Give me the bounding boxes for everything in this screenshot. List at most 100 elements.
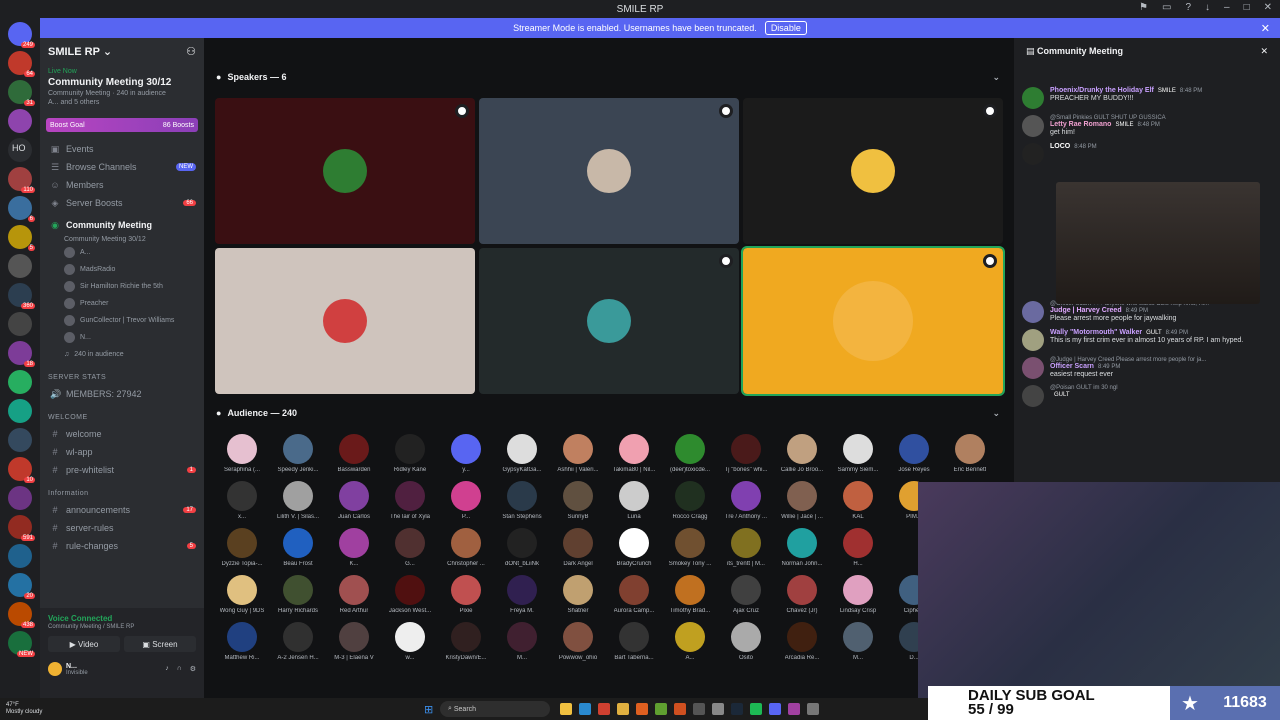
audience-header[interactable]: ● Audience — 240 ⌄ (206, 404, 1010, 422)
audience-member[interactable]: Luna (606, 481, 662, 520)
audience-member[interactable]: A-2 Jensen H... (270, 622, 326, 661)
screen-icon[interactable]: ▭ (1162, 2, 1171, 13)
audience-member[interactable]: P... (438, 481, 494, 520)
channel-item[interactable]: # server-rules (40, 519, 204, 537)
audience-member[interactable]: Juan Carlos (326, 481, 382, 520)
audience-member[interactable]: Ajax Cruz (718, 575, 774, 614)
server-icon[interactable]: HO (8, 138, 32, 162)
audience-member[interactable]: KAL (830, 481, 886, 520)
server-icon[interactable] (8, 109, 32, 133)
audience-member[interactable]: Tre / Anthony ... (718, 481, 774, 520)
voice-member[interactable]: Sir Hamilton Richie the 5th (40, 278, 204, 295)
audience-member[interactable]: K... (326, 528, 382, 567)
audience-member[interactable]: Callie Jo Broo... (774, 434, 830, 473)
server-icon[interactable]: 110 (8, 167, 35, 193)
category-header[interactable]: SERVER STATS (40, 369, 204, 385)
category-header[interactable]: Information (40, 485, 204, 501)
server-icon[interactable]: 438 (8, 602, 35, 628)
audience-member[interactable]: Ridley Kane (382, 434, 438, 473)
channel-item[interactable]: 🔊 MEMBERS: 27942 (40, 385, 204, 403)
audience-member[interactable]: Willie | Jace | ... (774, 481, 830, 520)
windows-start-icon[interactable]: ⊞ (424, 703, 433, 716)
audience-member[interactable]: Chavez (Jr) (774, 575, 830, 614)
mic-icon[interactable]: ♪ (165, 665, 169, 673)
audience-member[interactable]: Harry Richards (270, 575, 326, 614)
weather-widget[interactable]: 47°F Mostly cloudy (0, 702, 42, 716)
audience-member[interactable]: Speedy Jenki... (270, 434, 326, 473)
channel-item[interactable]: ☺ Members (40, 176, 204, 194)
file-explorer-icon[interactable] (560, 703, 572, 715)
audience-member[interactable]: its_trentt | M... (718, 528, 774, 567)
speaker-tile[interactable] (215, 248, 475, 394)
audience-member[interactable]: G... (382, 528, 438, 567)
audience-member[interactable]: Red Arthur (326, 575, 382, 614)
audience-member[interactable]: M... (494, 622, 550, 661)
server-icon[interactable]: 20 (8, 573, 35, 599)
edge-icon[interactable] (579, 703, 591, 715)
audience-member[interactable]: Matthew Ri... (214, 622, 270, 661)
audience-member[interactable]: dONt_bLiiNk (494, 528, 550, 567)
voice-member[interactable]: GunCollector | Trevor Williams (40, 312, 204, 329)
chat-message[interactable]: @Poisan GULT im 30 ngl GULT (1014, 382, 1280, 410)
chat-message[interactable]: @Judge | Harvey Creed Please arrest more… (1014, 354, 1280, 382)
server-icon[interactable]: 5 (8, 225, 35, 251)
server-icon[interactable]: 31 (8, 80, 35, 106)
close-button[interactable]: ✕ (1264, 2, 1272, 13)
audience-member[interactable]: Norman John... (774, 528, 830, 567)
audience-member[interactable]: Wong Guy | 9DS (214, 575, 270, 614)
chat-message[interactable]: @Small Pinkies GULT SHUT UP GUSSICA Letty… (1014, 112, 1280, 140)
gear-icon[interactable]: ⚙ (190, 665, 196, 673)
inbox-icon[interactable]: ⚑ (1139, 2, 1148, 13)
server-header[interactable]: SMILE RP ⌄ ⚇ (40, 38, 204, 64)
spotify-icon[interactable] (750, 703, 762, 715)
audience-member[interactable]: Lindsay Crisp (830, 575, 886, 614)
server-icon[interactable]: 64 (8, 51, 35, 77)
audience-member[interactable]: Lilith V. | Silas... (270, 481, 326, 520)
taskbar-search[interactable]: ⌕ Search (440, 701, 550, 717)
server-icon[interactable] (8, 486, 32, 510)
chat-message[interactable]: LOCO 8:48 PM (1014, 140, 1280, 168)
app-icon[interactable] (712, 703, 724, 715)
audience-member[interactable]: Osito (718, 622, 774, 661)
add-member-icon[interactable]: ⚇ (186, 45, 196, 58)
audience-member[interactable]: GypsyKatGa... (494, 434, 550, 473)
chrome-icon[interactable] (598, 703, 610, 715)
speaker-tile[interactable] (215, 98, 475, 244)
server-icon[interactable] (8, 399, 32, 423)
voice-member[interactable]: N... (40, 329, 204, 346)
channel-item[interactable]: ☰ Browse Channels NEW (40, 158, 204, 176)
audience-member[interactable]: M... (830, 622, 886, 661)
audience-member[interactable]: Seraphina (... (214, 434, 270, 473)
audience-member[interactable]: The lair of Xyla (382, 481, 438, 520)
audience-member[interactable]: Basswarden (326, 434, 382, 473)
channel-item[interactable]: ▣ Events (40, 140, 204, 158)
voice-member[interactable]: MadsRadio (40, 261, 204, 278)
server-icon[interactable]: NEW (8, 631, 35, 657)
app-icon[interactable] (788, 703, 800, 715)
audience-member[interactable]: Eric Bennett (942, 434, 998, 473)
audience-member[interactable]: Takima80 | Nil... (606, 434, 662, 473)
discord-icon[interactable] (769, 703, 781, 715)
server-icon[interactable] (8, 544, 32, 568)
channel-item[interactable]: # pre-whitelist 1 (40, 461, 204, 479)
folder-icon[interactable] (617, 703, 629, 715)
audience-member[interactable]: Rocco Cragg (662, 481, 718, 520)
headset-icon[interactable]: ∩ (177, 665, 182, 673)
voice-member[interactable]: A... (40, 244, 204, 261)
screen-button[interactable]: ▣ Screen (124, 636, 196, 652)
disable-button[interactable]: Disable (764, 21, 807, 35)
app-icon[interactable] (655, 703, 667, 715)
audience-member[interactable]: Jose Reyes (886, 434, 942, 473)
download-icon[interactable]: ↓ (1205, 2, 1210, 13)
audience-member[interactable]: Powwow_ohio (550, 622, 606, 661)
app-icon[interactable] (674, 703, 686, 715)
server-icon[interactable] (8, 370, 32, 394)
audience-member[interactable]: Dark Angel (550, 528, 606, 567)
audience-member[interactable]: Arcadia Re... (774, 622, 830, 661)
server-icon[interactable]: 18 (8, 341, 35, 367)
audience-member[interactable]: w... (382, 622, 438, 661)
audience-member[interactable]: Ashhii | Valeri... (550, 434, 606, 473)
channel-item[interactable]: # wl-app (40, 443, 204, 461)
server-icon[interactable]: 249 (8, 22, 35, 48)
channel-item[interactable]: # welcome (40, 425, 204, 443)
